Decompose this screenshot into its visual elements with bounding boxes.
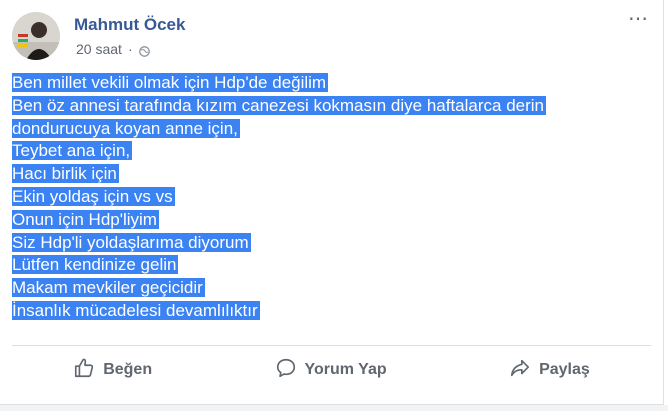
comment-icon — [275, 357, 297, 384]
post-line: Lütfen kendinize gelin — [12, 255, 179, 275]
post-line: Ben öz annesi tarafında kızım canezesi k… — [12, 95, 547, 115]
like-label: Beğen — [103, 361, 153, 378]
post-line: dondurucuya koyan anne için, — [12, 118, 240, 138]
post-actions: Beğen Yorum Yap Paylaş — [12, 350, 651, 390]
post-card: Mahmut Öcek 20 saat · ⋯ Ben millet vekil… — [0, 0, 664, 405]
meta-separator: · — [127, 41, 133, 57]
author-name[interactable]: Mahmut Öcek — [74, 15, 185, 35]
comment-button[interactable]: Yorum Yap — [275, 357, 387, 384]
avatar[interactable] — [12, 12, 60, 60]
post-line: Ben millet vekili olmak için Hdp'de deği… — [12, 73, 329, 92]
timestamp[interactable]: 20 saat — [76, 41, 122, 57]
share-label: Paylaş — [539, 361, 590, 378]
thumbs-up-icon — [73, 357, 95, 384]
post-line: Onun için Hdp'liyim — [12, 209, 159, 229]
post-line: Hacı birlik için — [12, 164, 119, 184]
post-line: Ekin yoldaş için vs vs — [12, 186, 175, 206]
post-line: Siz Hdp'li yoldaşlarıma diyorum — [12, 232, 251, 252]
feed-background — [0, 405, 668, 411]
share-button[interactable]: Paylaş — [509, 357, 590, 384]
post-line: Teybet ana için, — [12, 141, 133, 161]
post-line: İnsanlık mücadelesi devamlılıktır — [12, 300, 260, 320]
post-text: Ben millet vekili olmak için Hdp'de deği… — [12, 72, 612, 323]
share-icon — [509, 357, 531, 384]
comment-label: Yorum Yap — [304, 361, 387, 378]
globe-icon — [138, 44, 150, 57]
post-meta: 20 saat · — [76, 41, 150, 57]
more-options-icon[interactable]: ⋯ — [628, 9, 649, 29]
actions-divider — [12, 345, 651, 346]
post-line: Makam mevkiler geçicidir — [12, 278, 205, 298]
like-button[interactable]: Beğen — [73, 357, 152, 384]
